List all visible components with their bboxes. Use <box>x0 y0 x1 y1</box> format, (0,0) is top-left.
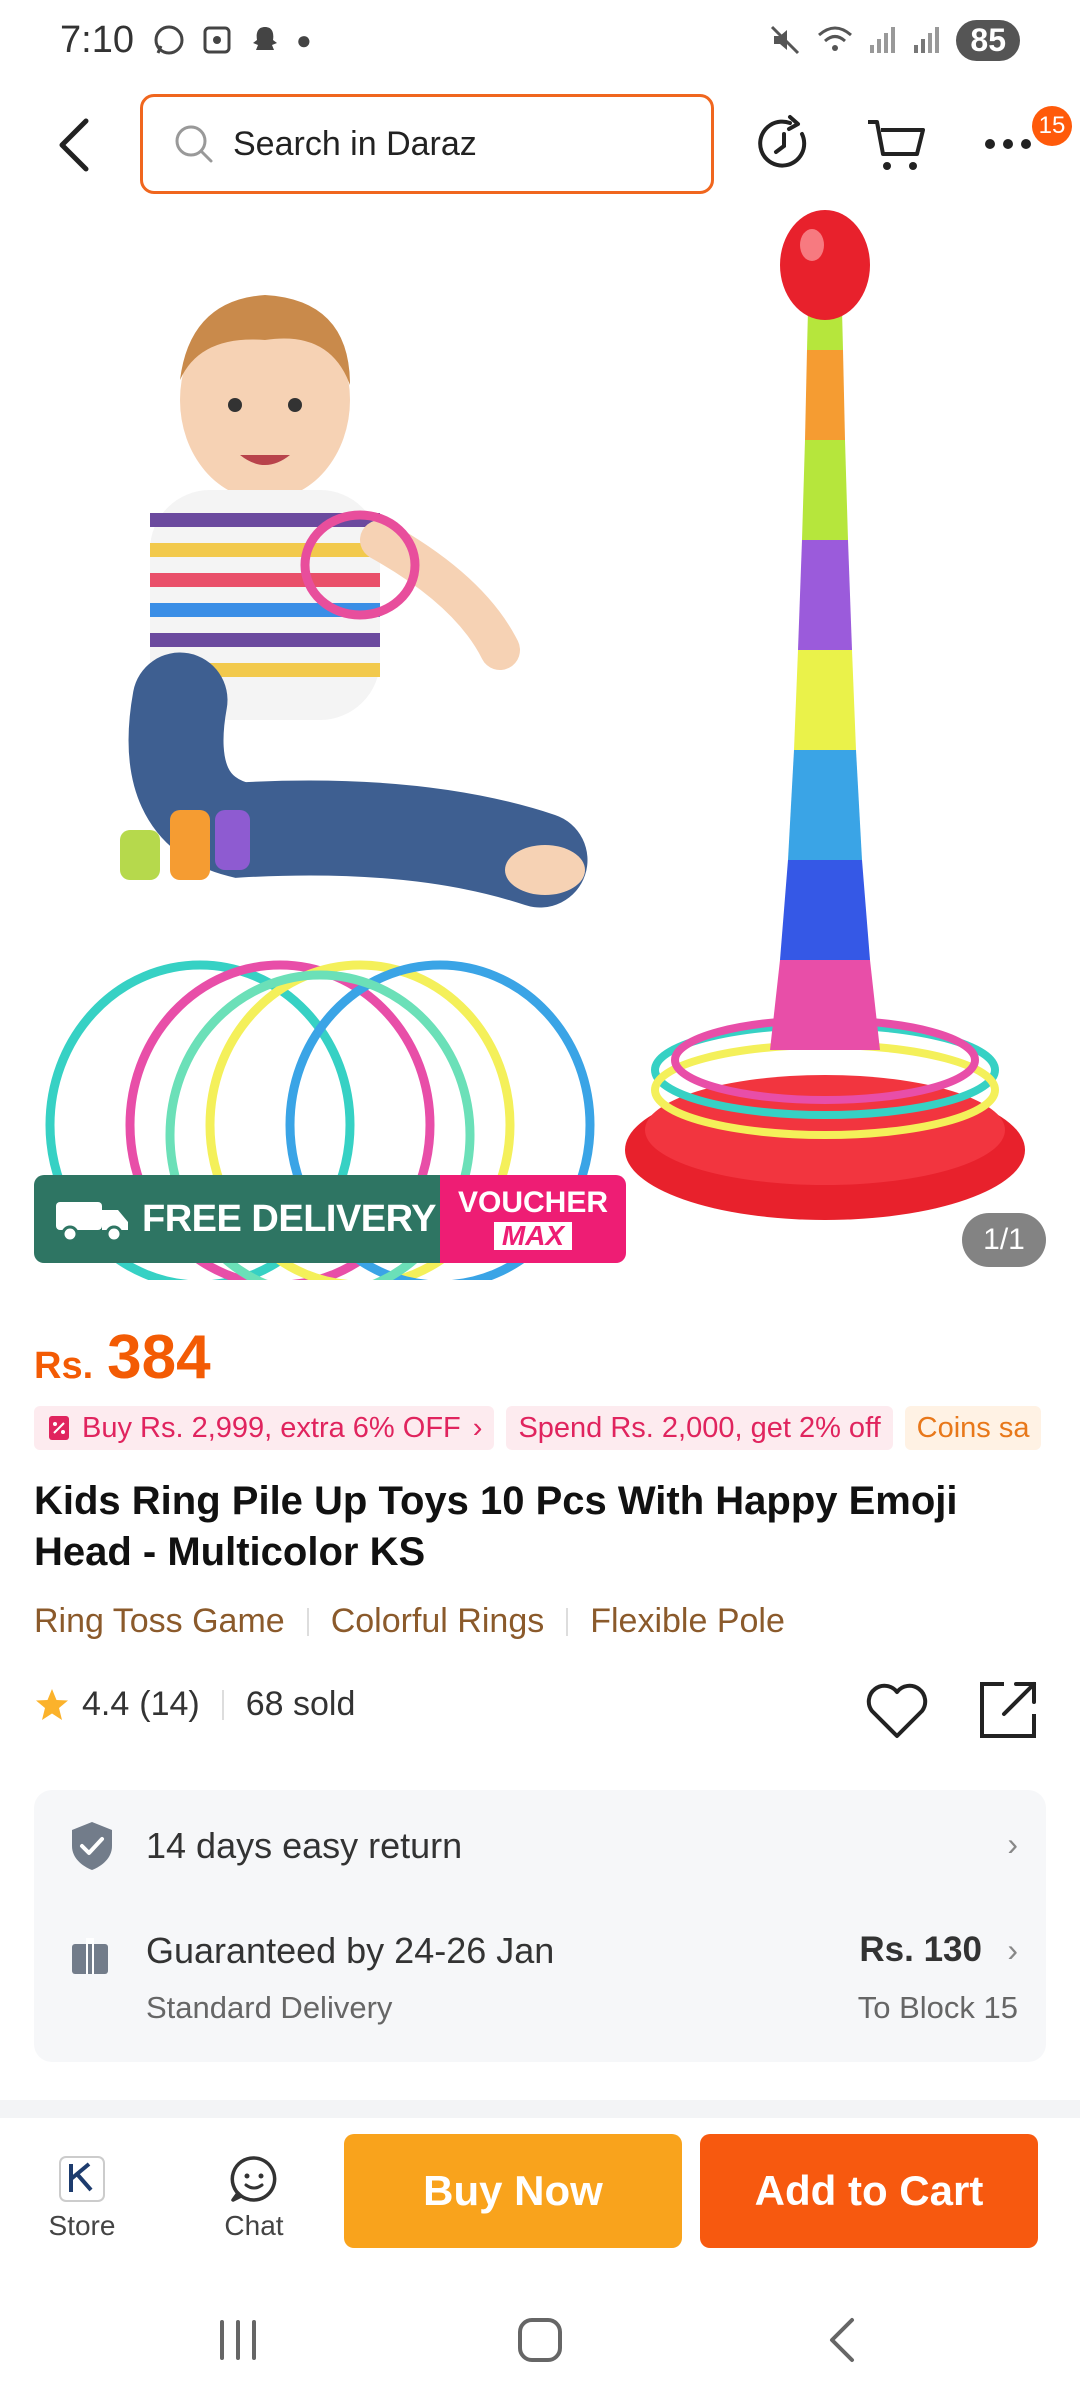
notification-badge: 15 <box>1032 106 1072 146</box>
delivery-destination: To Block 15 <box>857 1990 1018 2025</box>
star-icon <box>36 1688 68 1720</box>
search-placeholder: Search in Daraz <box>233 124 477 163</box>
divider <box>566 1607 569 1636</box>
promo-chip-label: Buy Rs. 2,999, extra 6% OFF <box>82 1411 461 1444</box>
snapchat-icon <box>252 27 277 50</box>
delivery-truck-icon <box>56 1202 128 1243</box>
battery-indicator: 85 <box>956 19 1020 61</box>
rating-row[interactable]: 4.4 (14) 68 sold <box>34 1685 355 1724</box>
product-image-gallery[interactable]: FREE DELIVERY VOUCHER MAX 1/1 <box>0 210 1080 1280</box>
add-to-cart-button[interactable]: Add to Cart <box>700 2134 1038 2248</box>
chevron-right-icon: › <box>1007 1932 1018 1968</box>
promo-chip-bundle[interactable]: Buy Rs. 2,999, extra 6% OFF › <box>34 1406 495 1450</box>
store-label: Store <box>48 2210 116 2241</box>
chevron-right-icon: › <box>472 1411 483 1444</box>
voucher-max-label: MAX <box>493 1222 573 1250</box>
back-button[interactable] <box>44 112 104 178</box>
product-image <box>45 210 1025 1280</box>
dot-icon: ● <box>295 24 312 55</box>
wishlist-button[interactable] <box>864 1678 930 1742</box>
scan-icon <box>203 26 231 54</box>
divider <box>221 1689 224 1720</box>
divider <box>306 1607 309 1636</box>
whatsapp-icon <box>154 25 184 55</box>
delivery-fee[interactable]: Rs. 130 <box>859 1930 982 1970</box>
image-counter: 1/1 <box>962 1213 1046 1267</box>
delivery-guarantee[interactable]: Guaranteed by 24-26 Jan <box>146 1930 554 1972</box>
review-count: (14) <box>139 1685 200 1723</box>
store-button[interactable]: Store <box>32 2154 132 2242</box>
search-icon <box>175 125 213 163</box>
promo-chip-label: Spend Rs. 2,000, get 2% off <box>518 1411 881 1444</box>
product-price: Rs. 384 <box>34 1322 211 1393</box>
service-info-card: 14 days easy return › Guaranteed by 24-2… <box>34 1790 1046 2062</box>
section-divider <box>0 2100 1080 2118</box>
product-tags: Ring Toss Game Colorful Rings Flexible P… <box>34 1602 785 1641</box>
system-back-button[interactable] <box>807 2312 877 2368</box>
free-delivery-label: FREE DELIVERY <box>142 1197 437 1240</box>
sold-count: 68 sold <box>245 1685 356 1723</box>
tag-item[interactable]: Ring Toss Game <box>34 1602 285 1641</box>
home-icon <box>518 2318 562 2362</box>
store-logo-icon <box>59 2156 105 2202</box>
discount-tag-icon <box>49 1416 69 1440</box>
chat-label: Chat <box>224 2210 284 2241</box>
more-dots-icon <box>985 139 1031 149</box>
price-amount: 384 <box>107 1323 211 1392</box>
mute-icon <box>771 25 800 55</box>
shield-check-icon <box>72 1822 112 1870</box>
cart-button[interactable] <box>864 112 928 176</box>
status-bar: 7:10 ● 85 <box>0 0 1080 80</box>
back-arrow-icon <box>59 118 89 172</box>
search-input[interactable]: Search in Daraz <box>140 94 714 194</box>
promotion-chips: Buy Rs. 2,999, extra 6% OFF › Spend Rs. … <box>34 1406 1080 1450</box>
delivery-type: Standard Delivery <box>146 1990 393 2025</box>
home-button[interactable] <box>505 2312 575 2368</box>
promo-chip-spend[interactable]: Spend Rs. 2,000, get 2% off <box>506 1406 893 1450</box>
chat-icon <box>230 2156 277 2202</box>
system-status: 85 <box>768 19 1020 61</box>
share-icon <box>980 1682 1036 1738</box>
recent-apps-button[interactable] <box>203 2312 273 2368</box>
voucher-label: VOUCHER <box>457 1186 608 1219</box>
history-button[interactable] <box>752 112 816 176</box>
chat-button[interactable]: Chat <box>204 2154 304 2242</box>
ring-tower-illustration <box>625 210 1025 1220</box>
buy-now-button[interactable]: Buy Now <box>344 2134 682 2248</box>
bottom-action-bar: Store Chat Buy Now Add to Cart <box>0 2118 1080 2278</box>
wifi-icon <box>818 26 853 51</box>
promo-banner: FREE DELIVERY VOUCHER MAX <box>34 1175 626 1263</box>
rating-value: 4.4 <box>82 1685 130 1723</box>
signal-icon <box>870 27 896 53</box>
recent-apps-icon <box>220 2320 256 2360</box>
notification-icons: ● <box>152 23 312 57</box>
cart-icon <box>868 120 925 170</box>
heart-icon <box>866 1683 928 1738</box>
return-policy-text: 14 days easy return <box>146 1825 463 1866</box>
product-title: Kids Ring Pile Up Toys 10 Pcs With Happy… <box>34 1479 958 1574</box>
promo-chip-coins[interactable]: Coins sa <box>904 1406 1042 1450</box>
status-time: 7:10 <box>60 18 134 61</box>
share-button[interactable] <box>976 1678 1040 1742</box>
tag-item[interactable]: Flexible Pole <box>590 1602 785 1641</box>
return-policy-row[interactable]: 14 days easy return <box>68 1820 462 1872</box>
signal-icon-2 <box>914 27 940 53</box>
price-currency: Rs. <box>34 1345 94 1387</box>
tag-item[interactable]: Colorful Rings <box>331 1602 545 1641</box>
top-header: Search in Daraz <box>0 90 1080 200</box>
promo-chip-label: Coins sa <box>916 1411 1030 1444</box>
child-illustration <box>120 295 588 908</box>
free-delivery-badge: FREE DELIVERY <box>34 1175 440 1263</box>
back-icon <box>830 2318 854 2362</box>
delivery-box-icon <box>72 1938 108 1974</box>
chevron-right-icon: › <box>1007 1826 1018 1862</box>
more-options-button[interactable] <box>976 112 1040 176</box>
system-nav-bar <box>0 2278 1080 2400</box>
voucher-max-badge: VOUCHER MAX <box>440 1175 626 1263</box>
history-icon <box>758 115 807 168</box>
